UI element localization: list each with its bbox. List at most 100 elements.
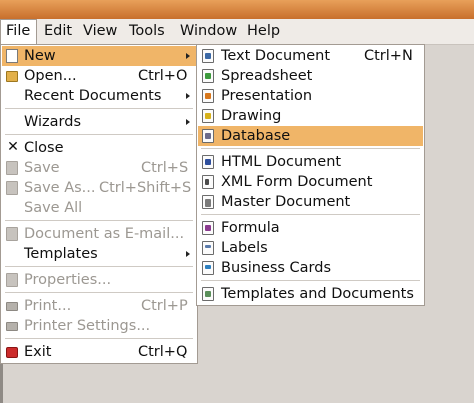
file-menu-close-label: Close: [24, 140, 64, 156]
menu-help[interactable]: Help: [242, 19, 285, 44]
new-formula[interactable]: Formula: [198, 218, 423, 238]
new-spreadsheet-label: Spreadsheet: [221, 68, 313, 84]
file-menu-save-as-label: Save As...: [24, 180, 96, 196]
file-menu-templates[interactable]: Templates: [2, 244, 196, 264]
printer-settings-icon: [6, 322, 18, 331]
new-business-cards[interactable]: Business Cards: [198, 258, 423, 278]
new-business-cards-label: Business Cards: [221, 260, 332, 276]
menu-window-label: Window: [180, 23, 238, 39]
formula-icon: [202, 221, 214, 235]
printer-icon: [6, 302, 18, 311]
file-menu-save-as[interactable]: Save As... Ctrl+Shift+S: [2, 178, 196, 198]
window-titlebar: [0, 0, 474, 19]
new-text-document-label: Text Document: [221, 48, 331, 64]
file-menu-save-all-label: Save All: [24, 200, 83, 216]
file-menu-open[interactable]: Open... Ctrl+O: [2, 66, 196, 86]
new-formula-label: Formula: [221, 220, 280, 236]
new-xml-form-document-label: XML Form Document: [221, 174, 373, 190]
text-document-icon: [202, 49, 214, 63]
menu-separator: [201, 214, 420, 215]
new-database-label: Database: [221, 128, 291, 144]
file-menu-save-as-shortcut: Ctrl+Shift+S: [99, 180, 192, 196]
menu-tools-label: Tools: [129, 23, 165, 39]
email-icon: [6, 227, 18, 241]
file-menu-print[interactable]: Print... Ctrl+P: [2, 296, 196, 316]
menubar: File Edit View Tools Window Help: [0, 19, 474, 45]
new-drawing-label: Drawing: [221, 108, 282, 124]
new-presentation-label: Presentation: [221, 88, 313, 104]
xml-form-document-icon: [202, 175, 214, 189]
new-spreadsheet[interactable]: Spreadsheet: [198, 66, 423, 86]
menu-file[interactable]: File: [0, 19, 37, 44]
properties-icon: [6, 273, 18, 287]
presentation-icon: [202, 89, 214, 103]
master-document-icon: [202, 195, 214, 209]
file-menu-open-label: Open...: [24, 68, 77, 84]
submenu-arrow-icon: [186, 93, 190, 99]
new-labels[interactable]: Labels: [198, 238, 423, 258]
new-presentation[interactable]: Presentation: [198, 86, 423, 106]
new-templates-and-documents[interactable]: Templates and Documents: [198, 284, 423, 304]
file-menu-save-shortcut: Ctrl+S: [141, 160, 189, 176]
file-menu-recent-label: Recent Documents: [24, 88, 162, 104]
file-menu: New Open... Ctrl+O Recent Documents Wiza…: [0, 44, 198, 364]
save-as-icon: [6, 181, 18, 195]
file-menu-email[interactable]: Document as E-mail...: [2, 224, 196, 244]
file-menu-print-label: Print...: [24, 298, 72, 314]
new-html-document[interactable]: HTML Document: [198, 152, 423, 172]
new-templates-and-documents-label: Templates and Documents: [221, 286, 414, 302]
file-menu-print-shortcut: Ctrl+P: [141, 298, 188, 314]
submenu-arrow-icon: [186, 119, 190, 125]
new-master-document-label: Master Document: [221, 194, 351, 210]
file-menu-save-label: Save: [24, 160, 60, 176]
file-menu-wizards-label: Wizards: [24, 114, 82, 130]
file-menu-recent-documents[interactable]: Recent Documents: [2, 86, 196, 106]
menu-separator: [201, 280, 420, 281]
menu-help-label: Help: [247, 23, 281, 39]
menu-separator: [5, 108, 193, 109]
save-icon: [6, 161, 18, 175]
new-text-document-shortcut: Ctrl+N: [364, 48, 413, 64]
menu-separator: [5, 266, 193, 267]
file-menu-exit-label: Exit: [24, 344, 52, 360]
menu-window[interactable]: Window: [175, 19, 242, 44]
file-menu-templates-label: Templates: [24, 246, 98, 262]
file-menu-properties[interactable]: Properties...: [2, 270, 196, 290]
new-drawing[interactable]: Drawing: [198, 106, 423, 126]
file-menu-save-all[interactable]: Save All: [2, 198, 196, 218]
menu-view-label: View: [83, 23, 118, 39]
file-menu-email-label: Document as E-mail...: [24, 226, 185, 242]
submenu-arrow-icon: [186, 251, 190, 257]
file-menu-wizards[interactable]: Wizards: [2, 112, 196, 132]
file-menu-new-label: New: [24, 48, 56, 64]
new-text-document[interactable]: Text Document Ctrl+N: [198, 46, 423, 66]
exit-icon: [6, 347, 18, 358]
drawing-icon: [202, 109, 214, 123]
business-cards-icon: [202, 261, 214, 275]
spreadsheet-icon: [202, 69, 214, 83]
file-menu-properties-label: Properties...: [24, 272, 112, 288]
new-submenu: Text Document Ctrl+N Spreadsheet Present…: [196, 44, 425, 306]
menu-edit[interactable]: Edit: [39, 19, 77, 44]
file-menu-printer-settings[interactable]: Printer Settings...: [2, 316, 196, 336]
file-menu-open-shortcut: Ctrl+O: [138, 68, 188, 84]
file-menu-close[interactable]: ✕ Close: [2, 138, 196, 158]
new-html-document-label: HTML Document: [221, 154, 342, 170]
menu-separator: [5, 220, 193, 221]
new-database[interactable]: Database: [198, 126, 423, 146]
file-menu-printer-settings-label: Printer Settings...: [24, 318, 151, 334]
new-master-document[interactable]: Master Document: [198, 192, 423, 212]
menu-separator: [201, 148, 420, 149]
menu-separator: [5, 292, 193, 293]
menu-view[interactable]: View: [78, 19, 122, 44]
database-icon: [202, 129, 214, 143]
menu-tools[interactable]: Tools: [124, 19, 170, 44]
close-icon: ✕: [7, 139, 19, 155]
new-xml-form-document[interactable]: XML Form Document: [198, 172, 423, 192]
file-menu-exit[interactable]: Exit Ctrl+Q: [2, 342, 196, 362]
file-menu-save[interactable]: Save Ctrl+S: [2, 158, 196, 178]
menu-separator: [5, 338, 193, 339]
new-labels-label: Labels: [221, 240, 268, 256]
file-menu-exit-shortcut: Ctrl+Q: [138, 344, 188, 360]
file-menu-new[interactable]: New: [2, 46, 196, 66]
